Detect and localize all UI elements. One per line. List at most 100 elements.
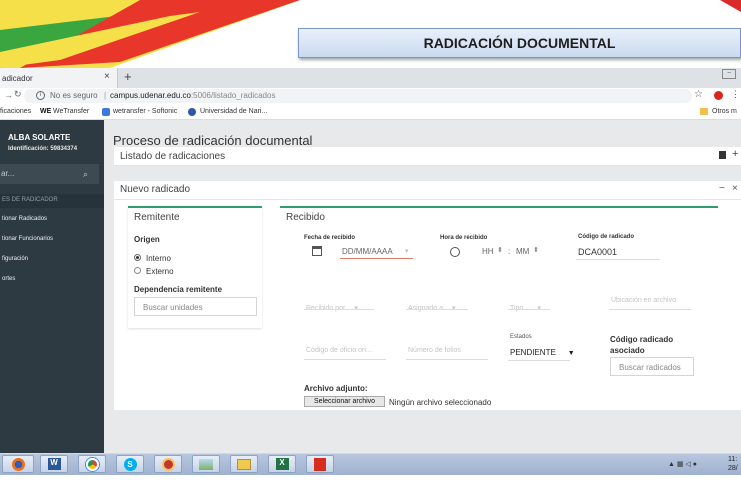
menu-dots-icon[interactable]: ⋮ [731,89,740,100]
fecha-input[interactable]: DD/MM/AAAA [342,247,393,256]
browser-tab[interactable]: adicador [0,68,118,88]
clock-time: 11: [728,456,738,463]
tray-icons[interactable]: ▲ ▦ ◁ ● [668,460,697,468]
select-file-button[interactable]: Seleccionar archivo [304,396,385,407]
url-separator: | [104,91,107,100]
sidebar-section-label: ES DE RADICADOR [0,194,104,208]
window-minimize-button[interactable]: − [722,69,736,79]
codigo-asociado-label: Código radicado asociado [610,335,674,355]
bookmark-item[interactable]: wetransfer - Softonic [113,108,177,115]
folder-icon [700,108,708,115]
url-path: :5006/listado_radicados [190,91,276,100]
tipo-underline [508,309,550,310]
remitente-title: Remitente [134,212,180,223]
reload-icon[interactable]: ↻ [14,89,22,100]
skype-icon[interactable]: S [116,455,144,473]
archivo-label: Archivo adjunto: [304,384,368,393]
hh-spinner-icon[interactable]: ⬍ [497,246,503,254]
url-text: campus.udenar.edu.co:5006/listado_radica… [110,91,275,100]
info-icon[interactable]: i [36,91,45,100]
sidebar-item-configuracion[interactable]: figuración [2,256,28,262]
radio-externo[interactable] [134,267,141,274]
clock-icon[interactable] [450,247,460,257]
clock-date: 28/ [728,465,738,472]
bookmark-item[interactable]: Universidad de Nari... [200,108,267,115]
clock[interactable]: 11: 28/ [728,455,738,473]
fecha-dropdown-icon[interactable]: ▾ [405,247,409,255]
banner-title: RADICACIÓN DOCUMENTAL [298,28,741,58]
bookmark-star-icon[interactable]: ☆ [694,89,703,100]
asignado-underline [406,309,468,310]
hora-mm-input[interactable]: MM [516,247,529,256]
dependencia-label: Dependencia remitente [134,285,223,294]
codigo-oficio-input[interactable]: Código de oficio ori... [306,347,372,354]
radio-interno[interactable] [134,254,141,261]
bookmark-item[interactable]: Otros m [712,108,737,115]
asignado-select[interactable]: Asignado a▾ [408,297,456,315]
recibido-title: Recibido [286,212,325,223]
globe-icon[interactable] [154,455,182,473]
sidebar-item-gestionar-radicados[interactable]: tionar Radicados [2,216,47,222]
tab-close-icon[interactable]: × [104,71,110,82]
recibido-por-select[interactable]: Recibido por▾ [306,297,358,315]
document-icon[interactable] [719,151,726,159]
photos-icon[interactable] [192,455,220,473]
divider [114,199,741,200]
sidebar-item-gestionar-funcionarios[interactable]: tionar Funcionarios [2,236,53,242]
card-minimize-button[interactable]: − [719,183,725,194]
new-record-title: Nuevo radicado [120,184,191,195]
radio-interno-label: Interno [146,254,171,263]
user-name: ALBA SOLARTE [8,133,71,142]
estados-label: Estados [510,334,532,340]
codigo-underline [576,259,660,260]
udenar-icon [188,108,196,116]
page-title: Proceso de radicación documental [113,133,313,148]
numero-folios-input[interactable]: Número de folios [408,347,461,354]
firefox-icon[interactable] [2,455,34,473]
wetransfer-icon: WE [40,108,52,115]
ubicacion-input[interactable]: Ubicación en archivo [611,297,676,304]
codigo-asociado-search-input[interactable]: Buscar radicados [610,357,694,376]
radio-externo-label: Externo [146,267,174,276]
codigo-label: Código de radicado [578,234,635,240]
bookmark-item[interactable]: ficaciones [0,108,31,115]
codigo-input[interactable]: DCA0001 [578,247,617,257]
forward-icon[interactable]: → [4,90,13,100]
url-host: campus.udenar.edu.co [110,91,191,100]
file-explorer-icon[interactable] [230,455,258,473]
hora-label: Hora de recibido [440,235,488,241]
add-icon[interactable]: + [732,148,738,160]
fecha-underline [340,258,413,259]
numero-folios-underline [406,359,488,360]
estado-underline [508,360,570,361]
time-separator: : [508,247,511,256]
excel-icon[interactable]: X [268,455,296,473]
tipo-select[interactable]: Tipo▾ [510,297,541,315]
new-tab-button[interactable]: + [124,69,132,84]
hora-hh-input[interactable]: HH [482,247,494,256]
card-close-button[interactable]: × [732,183,738,194]
word-icon[interactable]: W [40,455,68,473]
chrome-icon[interactable] [78,455,106,473]
not-secure-label: No es seguro [50,91,98,100]
bottom-strip [0,475,741,486]
bookmark-item[interactable]: WeTransfer [53,108,89,115]
fecha-label: Fecha de recibido [304,235,356,241]
dependencia-search-input[interactable]: Buscar unidades [134,297,257,316]
bookmarks-bar: ficaciones WE WeTransfer wetransfer - So… [0,104,741,120]
user-id: Identificación: 59834374 [8,146,78,152]
search-icon[interactable]: ⌕ [83,169,88,180]
chevron-down-icon: ▼ [567,350,575,357]
mm-spinner-icon[interactable]: ⬍ [533,246,539,254]
sidebar-item-reportes[interactable]: ortes [2,276,15,282]
no-file-label: Ningún archivo seleccionado [389,398,492,407]
opera-icon[interactable] [714,91,723,100]
softonic-icon [102,108,110,116]
pdf-icon[interactable] [306,455,334,473]
ubicacion-underline [609,309,691,310]
calendar-icon[interactable] [312,246,322,256]
origen-label: Origen [134,235,160,244]
recibido-por-underline [304,309,374,310]
tab-title: adicador [2,74,33,83]
estado-select[interactable]: PENDIENTE ▼ [510,348,575,357]
